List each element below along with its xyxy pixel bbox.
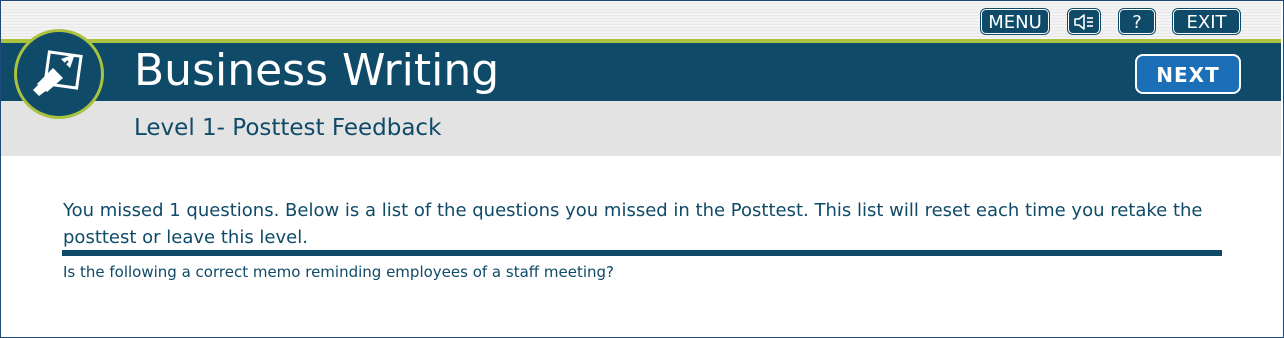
- missed-question-item: Is the following a correct memo remindin…: [63, 263, 614, 281]
- audio-toggle-button[interactable]: [1068, 9, 1100, 34]
- speaker-icon: [1074, 14, 1093, 30]
- feedback-message: You missed 1 questions. Below is a list …: [63, 200, 1203, 248]
- section-divider: [62, 250, 1222, 256]
- exit-button[interactable]: EXIT: [1173, 9, 1240, 34]
- course-logo: [14, 29, 104, 119]
- help-button[interactable]: ?: [1119, 9, 1155, 34]
- course-title: Business Writing: [134, 45, 500, 96]
- next-button[interactable]: NEXT: [1135, 54, 1241, 94]
- menu-button[interactable]: MENU: [981, 9, 1049, 34]
- page-subtitle: Level 1- Posttest Feedback: [134, 115, 442, 141]
- pen-hand-icon: [33, 50, 83, 96]
- top-toolbar: MENU ? EXIT: [1, 1, 1281, 39]
